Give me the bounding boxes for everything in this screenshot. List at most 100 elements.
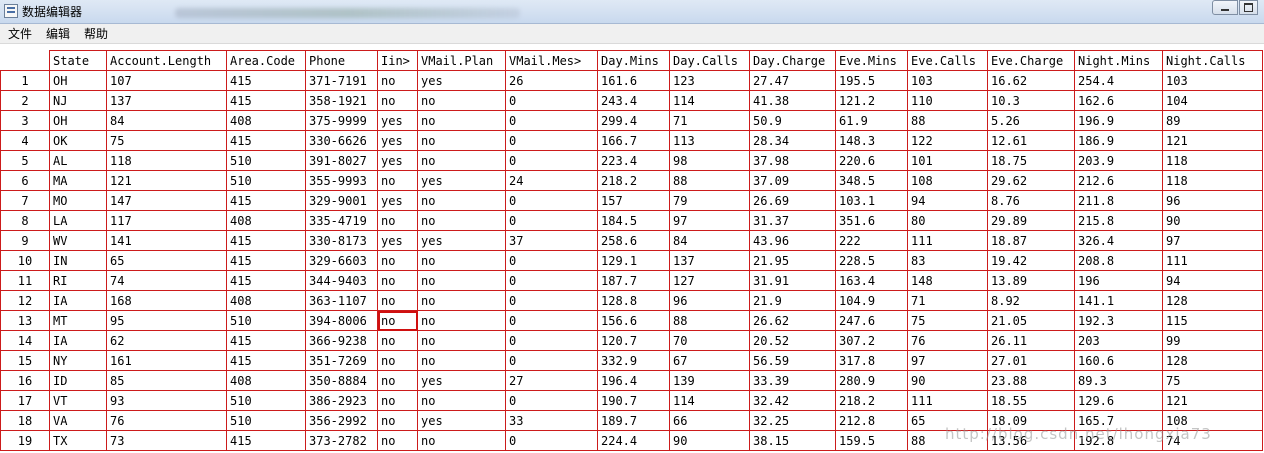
table-cell[interactable]: 329-9001 — [305, 190, 378, 211]
column-header[interactable]: Day.Charge — [749, 50, 836, 71]
table-cell[interactable]: 192.3 — [1074, 310, 1163, 331]
table-cell[interactable]: yes — [417, 170, 506, 191]
table-cell[interactable]: NJ — [49, 90, 107, 111]
table-cell[interactable]: 0 — [505, 350, 598, 371]
table-cell[interactable]: 120.7 — [597, 330, 670, 351]
row-header[interactable]: 10 — [0, 250, 50, 271]
table-cell[interactable]: 32.25 — [749, 410, 836, 431]
table-cell[interactable]: 415 — [226, 190, 306, 211]
table-cell[interactable]: no — [377, 170, 418, 191]
table-cell[interactable]: 415 — [226, 90, 306, 111]
table-cell[interactable]: 160.6 — [1074, 350, 1163, 371]
table-cell[interactable]: 95 — [106, 310, 227, 331]
column-header[interactable]: Phone — [305, 50, 378, 71]
table-cell[interactable]: no — [417, 330, 506, 351]
table-cell[interactable]: 196.9 — [1074, 110, 1163, 131]
table-cell[interactable]: no — [417, 90, 506, 111]
table-cell[interactable]: 351.6 — [835, 210, 908, 231]
row-header[interactable]: 17 — [0, 390, 50, 411]
table-cell[interactable]: 415 — [226, 330, 306, 351]
table-cell[interactable]: 18.75 — [987, 150, 1075, 171]
table-cell[interactable]: 307.2 — [835, 330, 908, 351]
table-cell[interactable]: 71 — [907, 290, 988, 311]
table-cell[interactable]: 247.6 — [835, 310, 908, 331]
table-cell[interactable]: no — [417, 290, 506, 311]
row-header[interactable]: 12 — [0, 290, 50, 311]
table-cell[interactable]: 27.01 — [987, 350, 1075, 371]
table-cell[interactable]: 70 — [669, 330, 750, 351]
table-cell[interactable]: 66 — [669, 410, 750, 431]
table-cell[interactable]: 0 — [505, 430, 598, 451]
column-header[interactable]: VMail.Plan — [417, 50, 506, 71]
table-cell[interactable]: WV — [49, 230, 107, 251]
table-cell[interactable]: AL — [49, 150, 107, 171]
table-cell[interactable]: 351-7269 — [305, 350, 378, 371]
table-cell[interactable]: 108 — [1162, 410, 1263, 431]
table-cell[interactable]: 12.61 — [987, 130, 1075, 151]
table-cell[interactable]: no — [377, 390, 418, 411]
table-cell[interactable]: 97 — [907, 350, 988, 371]
table-cell[interactable]: 317.8 — [835, 350, 908, 371]
table-cell[interactable]: 115 — [1162, 310, 1263, 331]
table-cell[interactable]: no — [377, 290, 418, 311]
table-cell[interactable]: 408 — [226, 110, 306, 131]
table-cell[interactable]: 18.09 — [987, 410, 1075, 431]
table-cell[interactable]: no — [377, 250, 418, 271]
table-cell[interactable]: 111 — [907, 390, 988, 411]
table-cell[interactable]: 89.3 — [1074, 370, 1163, 391]
table-cell[interactable]: 75 — [106, 130, 227, 151]
table-cell[interactable]: no — [417, 270, 506, 291]
table-cell[interactable]: 26 — [505, 70, 598, 91]
table-cell[interactable]: 74 — [106, 270, 227, 291]
table-cell[interactable]: 415 — [226, 70, 306, 91]
table-cell[interactable]: 37.09 — [749, 170, 836, 191]
table-cell[interactable]: 161.6 — [597, 70, 670, 91]
table-cell[interactable]: 211.8 — [1074, 190, 1163, 211]
column-header[interactable]: State — [49, 50, 107, 71]
table-cell[interactable]: 0 — [505, 390, 598, 411]
table-cell[interactable]: 24 — [505, 170, 598, 191]
table-cell[interactable]: yes — [377, 110, 418, 131]
table-cell[interactable]: 510 — [226, 310, 306, 331]
table-cell[interactable]: 65 — [106, 250, 227, 271]
table-cell[interactable]: 129.1 — [597, 250, 670, 271]
corner-cell[interactable] — [0, 50, 50, 71]
table-cell[interactable]: 93 — [106, 390, 227, 411]
row-header[interactable]: 14 — [0, 330, 50, 351]
table-cell[interactable]: 415 — [226, 270, 306, 291]
table-cell[interactable]: 350-8884 — [305, 370, 378, 391]
table-cell[interactable]: 208.8 — [1074, 250, 1163, 271]
menu-help[interactable]: 帮助 — [78, 25, 114, 42]
table-cell[interactable]: IA — [49, 330, 107, 351]
table-cell[interactable]: 19.42 — [987, 250, 1075, 271]
row-header[interactable]: 16 — [0, 370, 50, 391]
table-cell[interactable]: 96 — [1162, 190, 1263, 211]
table-cell[interactable]: 94 — [907, 190, 988, 211]
table-cell[interactable]: no — [417, 430, 506, 451]
table-cell[interactable]: 408 — [226, 210, 306, 231]
table-cell[interactable]: 27 — [505, 370, 598, 391]
table-cell[interactable]: 88 — [669, 310, 750, 331]
table-cell[interactable]: 110 — [907, 90, 988, 111]
row-header[interactable]: 7 — [0, 190, 50, 211]
table-cell[interactable]: 101 — [907, 150, 988, 171]
table-cell[interactable]: 299.4 — [597, 110, 670, 131]
table-cell[interactable]: NY — [49, 350, 107, 371]
table-cell[interactable]: 415 — [226, 350, 306, 371]
table-cell[interactable]: 159.5 — [835, 430, 908, 451]
table-cell[interactable]: 111 — [1162, 250, 1263, 271]
table-cell[interactable]: 21.05 — [987, 310, 1075, 331]
column-header[interactable]: Iin> — [377, 50, 418, 71]
row-header[interactable]: 18 — [0, 410, 50, 431]
table-cell[interactable]: 0 — [505, 290, 598, 311]
table-cell[interactable]: 0 — [505, 90, 598, 111]
table-cell[interactable]: 89 — [1162, 110, 1263, 131]
table-cell[interactable]: 97 — [1162, 230, 1263, 251]
table-cell[interactable]: 113 — [669, 130, 750, 151]
table-cell[interactable]: no — [377, 430, 418, 451]
table-cell[interactable]: 27.47 — [749, 70, 836, 91]
column-header[interactable]: Day.Calls — [669, 50, 750, 71]
table-cell[interactable]: 61.9 — [835, 110, 908, 131]
table-cell[interactable]: 162.6 — [1074, 90, 1163, 111]
table-cell[interactable]: RI — [49, 270, 107, 291]
